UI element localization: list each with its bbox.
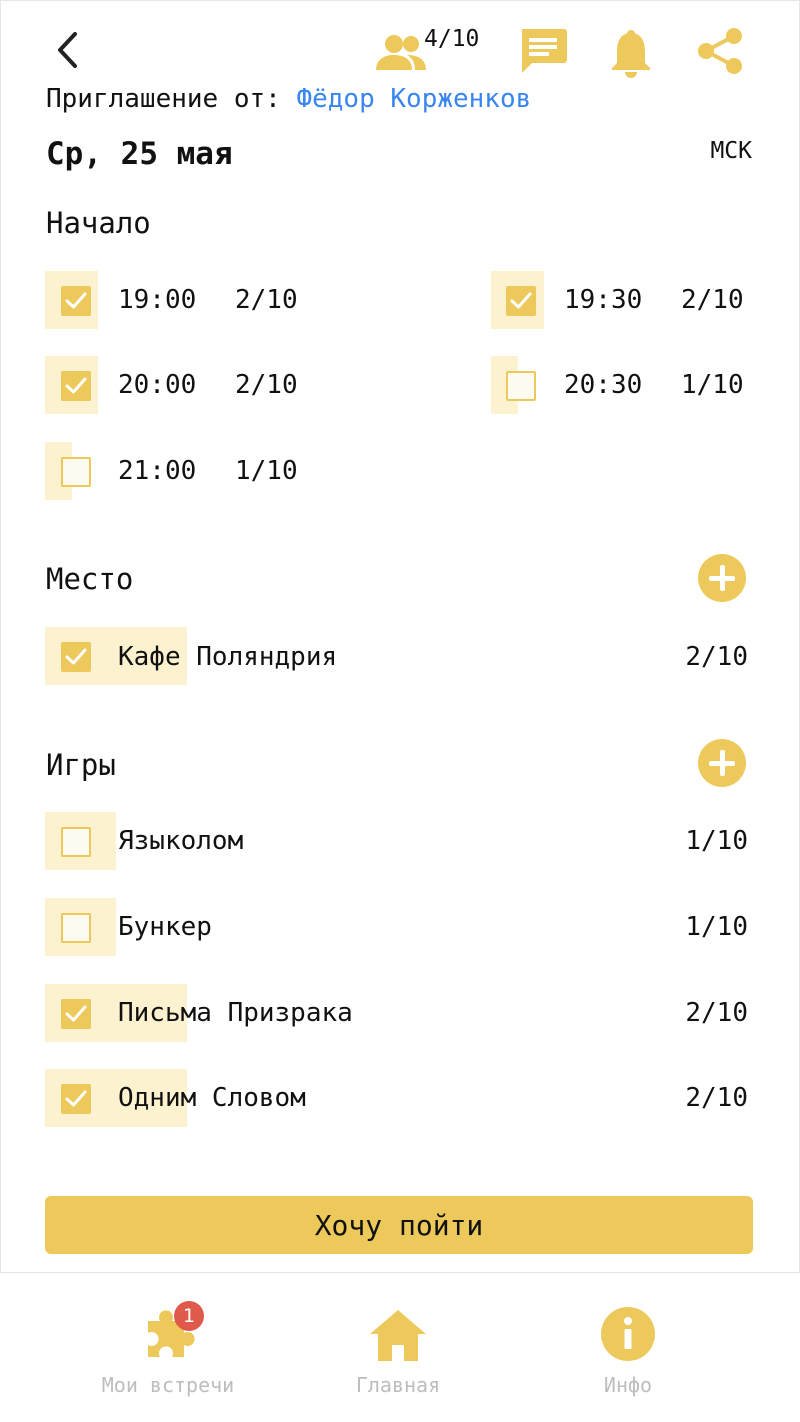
- invite-prefix: Приглашение от:: [46, 84, 281, 114]
- want-to-go-button[interactable]: Хочу пойти: [45, 1196, 753, 1254]
- start-slot-checkbox[interactable]: [506, 371, 536, 401]
- bell-icon: [612, 30, 650, 78]
- invite-line: Приглашение от: Фёдор Корженков: [46, 84, 531, 114]
- chat-button[interactable]: [518, 26, 568, 76]
- game-count: 2/10: [685, 998, 748, 1028]
- game-checkbox[interactable]: [61, 999, 91, 1029]
- start-slot-time: 21:00: [118, 456, 197, 486]
- game-count: 1/10: [685, 826, 748, 856]
- checkmark-icon: [65, 1090, 87, 1107]
- start-slot-time: 19:30: [564, 285, 643, 315]
- share-button[interactable]: [696, 26, 744, 76]
- participants-count: 4/10: [424, 26, 480, 52]
- info-icon: [601, 1307, 655, 1361]
- start-slot-count: 1/10: [235, 456, 298, 486]
- place-section-title: Место: [46, 562, 134, 596]
- start-slot-time: 19:00: [118, 285, 197, 315]
- game-count: 2/10: [685, 1083, 748, 1113]
- timezone-label: МСК: [710, 138, 752, 164]
- game-checkbox[interactable]: [61, 913, 91, 943]
- nav-label: Мои встречи: [101, 1373, 235, 1397]
- share-icon: [698, 28, 742, 74]
- checkmark-icon: [65, 377, 87, 394]
- event-date: Ср, 25 мая: [46, 136, 233, 172]
- game-checkbox[interactable]: [61, 1084, 91, 1114]
- game-name: Языколом: [118, 826, 244, 856]
- add-place-button[interactable]: [698, 554, 746, 602]
- start-slot-checkbox[interactable]: [61, 371, 91, 401]
- checkmark-icon: [510, 292, 532, 309]
- game-count: 1/10: [685, 912, 748, 942]
- start-slot-count: 1/10: [681, 370, 744, 400]
- nav-label: Главная: [355, 1373, 441, 1397]
- game-name: Бункер: [118, 912, 212, 942]
- start-slot-time: 20:00: [118, 370, 197, 400]
- bottom-nav: 1 Мои встречи Главная Инфо: [0, 1272, 800, 1422]
- participants-button[interactable]: [374, 34, 430, 74]
- start-slot-checkbox[interactable]: [61, 457, 91, 487]
- nav-label: Инфо: [603, 1373, 653, 1397]
- start-section-title: Начало: [46, 206, 151, 240]
- chat-icon: [522, 29, 567, 73]
- start-slot-time: 20:30: [564, 370, 643, 400]
- start-slot-count: 2/10: [235, 285, 298, 315]
- start-slot-count: 2/10: [235, 370, 298, 400]
- nav-item-info[interactable]: Инфо: [528, 1273, 728, 1413]
- start-slot-checkbox[interactable]: [506, 286, 536, 316]
- nav-item-home[interactable]: Главная: [298, 1273, 498, 1413]
- start-slot-count: 2/10: [681, 285, 744, 315]
- host-link[interactable]: Фёдор Корженков: [296, 84, 531, 114]
- nav-item-my-meetings[interactable]: 1 Мои встречи: [68, 1273, 268, 1413]
- add-game-button[interactable]: [698, 739, 746, 787]
- checkmark-icon: [65, 1005, 87, 1022]
- game-name: Одним Словом: [118, 1083, 306, 1113]
- start-slot-checkbox[interactable]: [61, 286, 91, 316]
- games-section-title: Игры: [46, 748, 116, 782]
- checkmark-icon: [65, 292, 87, 309]
- checkmark-icon: [65, 648, 87, 665]
- people-icon: [376, 35, 426, 70]
- place-checkbox[interactable]: [61, 642, 91, 672]
- notifications-button[interactable]: [610, 28, 652, 78]
- home-icon: [370, 1310, 426, 1361]
- place-count: 2/10: [685, 642, 748, 672]
- place-name: Кафе Поляндрия: [118, 642, 338, 672]
- game-checkbox[interactable]: [61, 827, 91, 857]
- back-chevron-icon: [58, 32, 77, 68]
- back-button[interactable]: [48, 30, 88, 70]
- notification-badge: 1: [174, 1301, 204, 1331]
- game-name: Письма Призрака: [118, 998, 353, 1028]
